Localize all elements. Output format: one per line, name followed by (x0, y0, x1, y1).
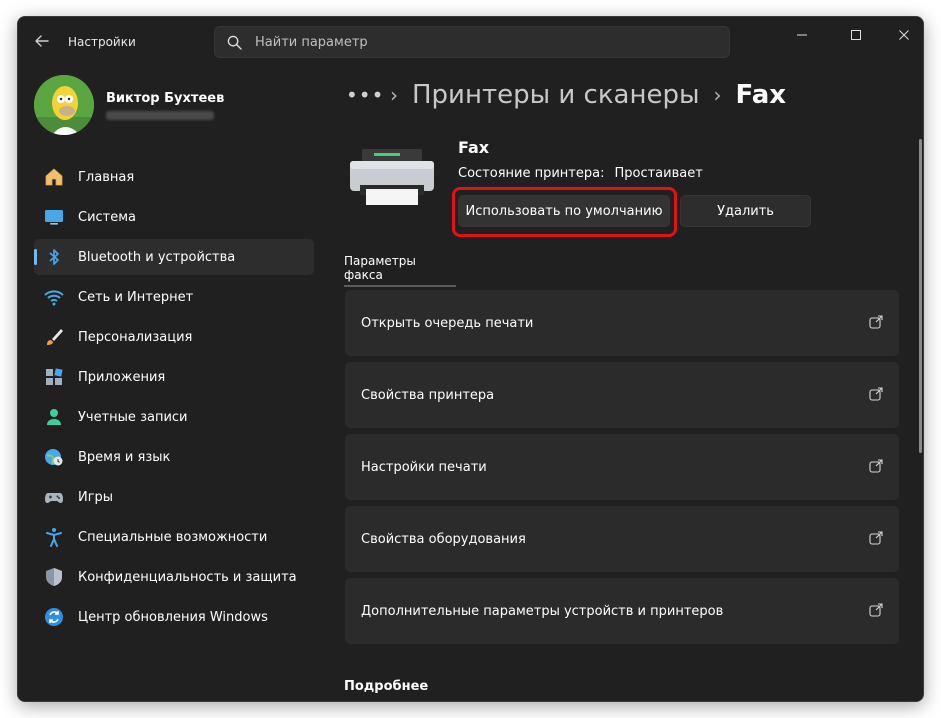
chevron-right-icon: › (713, 83, 722, 107)
accessibility-icon (46, 528, 62, 547)
card-label: Дополнительные параметры устройств и при… (361, 603, 724, 619)
search-input[interactable] (255, 27, 715, 57)
tab-fax-settings[interactable]: Параметры факса (344, 249, 456, 287)
close-button[interactable] (884, 23, 923, 47)
maximize-icon (851, 30, 861, 40)
globe-clock-icon (45, 449, 63, 466)
search-icon (227, 35, 242, 50)
update-icon (45, 608, 63, 626)
search-box[interactable] (214, 26, 730, 58)
external-link-icon (869, 315, 883, 329)
sidebar-item-label: Время и язык (78, 449, 171, 465)
profile-name: Виктор Бухтеев (106, 91, 225, 106)
tab-underline (344, 285, 456, 287)
sidebar-item-windows-update[interactable]: Центр обновления Windows (34, 599, 314, 635)
sidebar-item-apps[interactable]: Приложения (34, 359, 314, 395)
card-hardware-properties[interactable]: Свойства оборудования (345, 506, 899, 572)
external-link-icon (869, 603, 883, 617)
maximize-button[interactable] (836, 23, 876, 47)
breadcrumb-printers[interactable]: Принтеры и сканеры (412, 80, 700, 110)
breadcrumb: ••• › Принтеры и сканеры › Fax (346, 77, 786, 113)
card-additional-device-settings[interactable]: Дополнительные параметры устройств и при… (345, 578, 899, 644)
wifi-icon (44, 290, 64, 306)
breadcrumb-overflow-button[interactable]: ••• (346, 83, 383, 107)
sidebar-item-privacy[interactable]: Конфиденциальность и защита (34, 559, 314, 595)
card-open-print-queue[interactable]: Открыть очередь печати (345, 290, 899, 356)
brush-icon (47, 329, 63, 345)
person-icon (47, 409, 61, 425)
apps-icon (46, 368, 63, 385)
settings-window: Настройки Виктор Бухтеев (17, 16, 924, 702)
sidebar-item-personalization[interactable]: Персонализация (34, 319, 314, 355)
sidebar-item-label: Приложения (78, 369, 166, 385)
avatar[interactable] (34, 75, 94, 135)
sidebar-item-label: Специальные возможности (78, 529, 268, 545)
arrow-left-icon (35, 35, 49, 47)
external-link-icon (869, 387, 883, 401)
minimize-button[interactable] (782, 23, 822, 47)
printer-icon (350, 149, 434, 205)
printer-name: Fax (458, 138, 490, 157)
set-default-button[interactable]: Использовать по умолчанию (458, 195, 670, 227)
chevron-right-icon: › (390, 83, 398, 107)
printer-status-label: Состояние принтера: (458, 166, 605, 181)
card-label: Свойства принтера (361, 387, 495, 403)
sidebar-item-network[interactable]: Сеть и Интернет (34, 279, 314, 315)
scrollbar[interactable] (919, 139, 922, 453)
profile-email-redacted (106, 111, 214, 120)
sidebar-item-system[interactable]: Система (34, 199, 314, 235)
shield-icon (46, 568, 62, 586)
sidebar-item-label: Учетные записи (78, 409, 188, 425)
sidebar-item-label: Персонализация (78, 329, 193, 345)
sidebar-item-label: Конфиденциальность и защита (78, 569, 297, 585)
remove-button[interactable]: Удалить (680, 195, 811, 227)
sidebar-nav: Главная Система Bluetooth и устройства С… (34, 159, 314, 639)
page-title: Fax (735, 80, 787, 110)
sidebar-item-gaming[interactable]: Игры (34, 479, 314, 515)
sidebar-item-label: Сеть и Интернет (78, 289, 194, 305)
printer-status: Состояние принтера: Простаивает (458, 166, 703, 181)
sidebar-item-label: Центр обновления Windows (78, 609, 268, 625)
card-label: Свойства оборудования (361, 531, 526, 547)
monitor-icon (45, 210, 63, 225)
card-printer-properties[interactable]: Свойства принтера (345, 362, 899, 428)
sidebar-item-label: Игры (78, 489, 114, 505)
gamepad-icon (45, 493, 63, 503)
card-label: Настройки печати (361, 459, 487, 475)
sidebar-item-label: Главная (78, 169, 135, 185)
printer-status-value: Простаивает (614, 166, 703, 181)
sidebar-item-time-language[interactable]: Время и язык (34, 439, 314, 475)
back-button[interactable] (32, 31, 52, 51)
bluetooth-icon (49, 249, 59, 265)
external-link-icon (869, 459, 883, 473)
home-icon (45, 168, 63, 186)
sidebar-item-accessibility[interactable]: Специальные возможности (34, 519, 314, 555)
app-title: Настройки (68, 35, 136, 49)
external-link-icon (869, 531, 883, 545)
sidebar-item-label: Bluetooth и устройства (78, 249, 236, 265)
minimize-icon (797, 34, 807, 36)
avatar-image-icon (34, 75, 94, 135)
sidebar-item-bluetooth[interactable]: Bluetooth и устройства (34, 239, 314, 275)
card-print-settings[interactable]: Настройки печати (345, 434, 899, 500)
sidebar-item-home[interactable]: Главная (34, 159, 314, 195)
close-icon (899, 30, 909, 40)
sidebar-item-accounts[interactable]: Учетные записи (34, 399, 314, 435)
card-label: Открыть очередь печати (361, 315, 534, 331)
sidebar-item-label: Система (78, 209, 137, 225)
section-more-info-title: Подробнее (344, 679, 429, 694)
title-bar: Настройки (18, 17, 923, 65)
